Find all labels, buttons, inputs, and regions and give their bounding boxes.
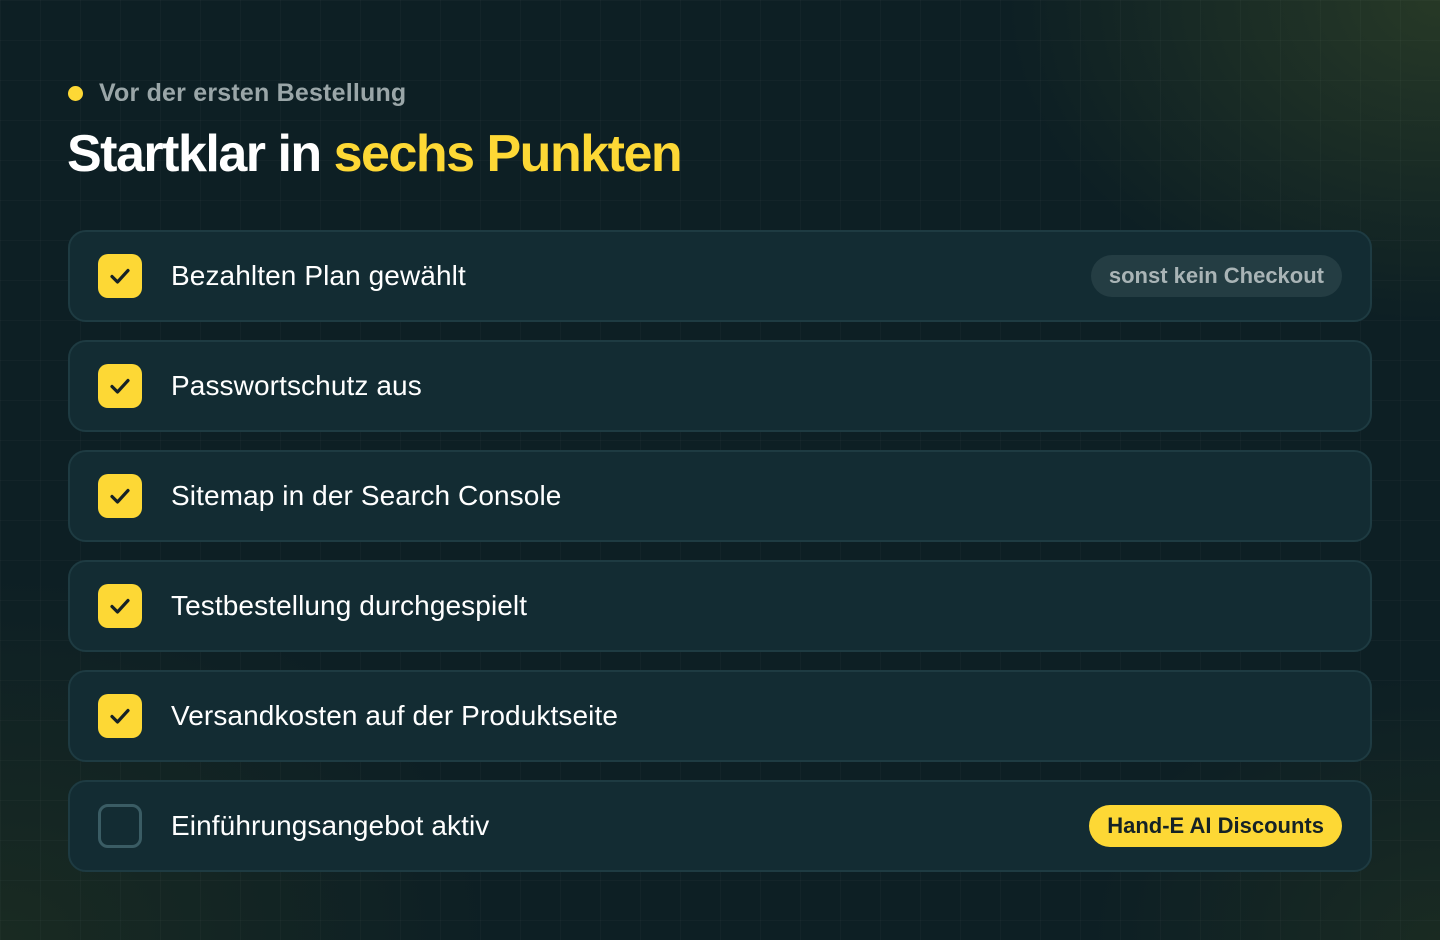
title-accent: sechs Punkten	[333, 125, 683, 183]
discounts-app-button[interactable]: Hand-E AI Discounts	[1089, 805, 1342, 847]
checklist-item-shipping[interactable]: Versandkosten auf der Produktseite	[68, 670, 1372, 762]
checkout-hint-badge: sonst kein Checkout	[1090, 255, 1342, 297]
checklist-item-label: Sitemap in der Search Console	[171, 480, 562, 511]
checklist-item-sitemap[interactable]: Sitemap in der Search Console	[68, 450, 1372, 542]
title-main: Startklar in	[67, 125, 334, 183]
dot-icon	[68, 85, 83, 101]
checkbox[interactable]	[98, 694, 142, 738]
checkbox[interactable]	[98, 474, 142, 518]
checklist-item-label: Passwortschutz aus	[171, 370, 422, 401]
checklist-item-label: Testbestellung durchgespielt	[171, 590, 528, 621]
checkbox[interactable]	[98, 254, 142, 298]
checklist-item-label: Versandkosten auf der Produktseite	[171, 700, 619, 731]
checkmark-icon	[110, 488, 130, 504]
checkbox[interactable]	[98, 364, 142, 408]
checklist-item-launch-offer[interactable]: Einführungsangebot aktiv Hand-E AI Disco…	[68, 780, 1372, 872]
checklist-item-plan[interactable]: Bezahlten Plan gewählt sonst kein Checko…	[68, 230, 1372, 322]
checkmark-icon	[110, 708, 130, 724]
checkbox[interactable]	[98, 804, 142, 848]
checkbox[interactable]	[98, 584, 142, 628]
checklist-item-password[interactable]: Passwortschutz aus	[68, 340, 1372, 432]
checkmark-icon	[110, 268, 130, 284]
page-title: Startklar in sechs Punkten	[67, 122, 683, 186]
checkmark-icon	[110, 598, 130, 614]
checklist-item-test-order[interactable]: Testbestellung durchgespielt	[68, 560, 1372, 652]
checkmark-icon	[110, 378, 130, 394]
checklist-item-label: Einführungsangebot aktiv	[171, 810, 490, 841]
eyebrow: Vor der ersten Bestellung	[68, 78, 406, 108]
checklist-item-label: Bezahlten Plan gewählt	[171, 260, 466, 291]
eyebrow-text: Vor der ersten Bestellung	[99, 78, 407, 107]
checklist: Bezahlten Plan gewählt sonst kein Checko…	[68, 230, 1372, 890]
